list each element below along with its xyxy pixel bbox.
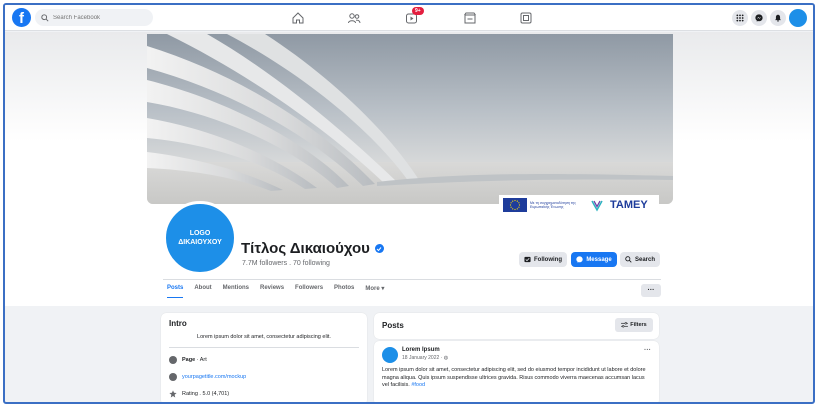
video-icon[interactable]: 9+ (405, 7, 424, 25)
page-title-row: Τίτλος Δικαιούχου (241, 240, 384, 257)
intro-divider (169, 347, 359, 348)
intro-website-row: yourpagetitle.com/mockup (169, 373, 246, 381)
message-label: Message (586, 256, 612, 263)
account-avatar[interactable] (789, 9, 807, 27)
header-divider (163, 279, 661, 280)
followers-count[interactable]: 7.7M followers . 70 following (242, 260, 330, 267)
intro-page-label: Page (182, 357, 196, 363)
post-author-avatar[interactable] (382, 347, 398, 363)
filters-label: Filters (630, 322, 647, 328)
posts-header-card: Posts Filters (374, 313, 659, 339)
star-icon (169, 390, 177, 398)
tab-photos[interactable]: Photos (334, 285, 354, 298)
post-date[interactable]: 18 January 2022 · ◍ (402, 355, 448, 361)
friends-icon[interactable] (347, 11, 361, 25)
search-label: Search (634, 256, 655, 263)
tab-followers[interactable]: Followers (295, 285, 323, 298)
facebook-logo-icon[interactable]: f (12, 8, 31, 27)
profile-logo[interactable]: LOGO ΔΙΚΑΙΟΥΧΟΥ (163, 201, 237, 275)
page-search-button[interactable]: Search (620, 252, 660, 267)
search-icon (41, 13, 49, 22)
post-card: Lorem Ipsum 18 January 2022 · ◍ ··· Lore… (374, 341, 659, 402)
intro-rating-row: Rating . 5.0 (4,701) (169, 390, 229, 398)
facebook-page-frame: f 9+ (3, 3, 815, 404)
search-input[interactable] (53, 14, 143, 21)
tamey-logo-text: TAMEY (610, 199, 648, 211)
cover-architecture-image (147, 34, 673, 204)
tab-about[interactable]: About (194, 285, 211, 298)
top-navbar: f 9+ (5, 5, 813, 31)
intro-card: Intro Lorem ipsum dolor sit amet, consec… (161, 313, 367, 402)
post-more-button[interactable]: ··· (644, 347, 651, 354)
cover-photo[interactable] (147, 34, 673, 204)
bell-icon[interactable] (770, 10, 786, 26)
page-tabs: Posts About Mentions Reviews Followers P… (167, 285, 384, 298)
tab-mentions[interactable]: Mentions (223, 285, 249, 298)
intro-bio: Lorem ipsum dolor sit amet, consectetur … (197, 334, 331, 340)
following-icon (524, 256, 531, 263)
logo-line-1: LOGO (189, 230, 211, 237)
messenger-small-icon (576, 256, 583, 263)
logo-line-2: ΔΙΚΑΙΟΥΧΟΥ (178, 239, 222, 246)
notification-badge: 9+ (412, 7, 424, 15)
eu-funding-text: Με τη συγχρηματοδότηση της Ευρωπαϊκής Έν… (530, 201, 576, 209)
messenger-icon[interactable] (751, 10, 767, 26)
menu-grid-icon[interactable] (732, 10, 748, 26)
page-title: Τίτλος Δικαιούχου (241, 240, 370, 257)
website-link[interactable]: yourpagetitle.com/mockup (182, 374, 246, 380)
eu-funding-banner: Με τη συγχρηματοδότηση της Ευρωπαϊκής Έν… (499, 195, 659, 215)
more-options-button[interactable]: ··· (641, 284, 661, 297)
search-small-icon (625, 256, 632, 263)
posts-title: Posts (382, 321, 404, 330)
tab-reviews[interactable]: Reviews (260, 285, 284, 298)
tab-posts[interactable]: Posts (167, 285, 184, 298)
marketplace-icon[interactable] (463, 11, 477, 25)
eu-flag-icon (503, 198, 527, 212)
groups-icon[interactable] (519, 11, 533, 25)
search-box[interactable] (35, 9, 153, 26)
following-button[interactable]: Following (519, 252, 567, 267)
filters-icon (621, 322, 629, 328)
verified-icon (374, 244, 384, 253)
filters-button[interactable]: Filters (615, 318, 653, 332)
message-button[interactable]: Message (571, 252, 617, 267)
post-hashtag[interactable]: #food (411, 382, 425, 388)
following-label: Following (534, 256, 562, 263)
tab-more[interactable]: More ▾ (365, 285, 384, 298)
intro-page-type: · Art (195, 357, 207, 363)
info-icon (169, 356, 177, 364)
post-body: Lorem ipsum dolor sit amet, consectetur … (382, 367, 650, 390)
home-icon[interactable] (291, 11, 305, 25)
tamey-logo-icon (591, 200, 603, 212)
intro-page-row: Page · Art (169, 356, 207, 364)
intro-title: Intro (169, 319, 187, 328)
rating-text: Rating . 5.0 (4,701) (182, 391, 230, 397)
link-icon (169, 373, 177, 381)
post-author-name[interactable]: Lorem Ipsum (402, 347, 440, 353)
